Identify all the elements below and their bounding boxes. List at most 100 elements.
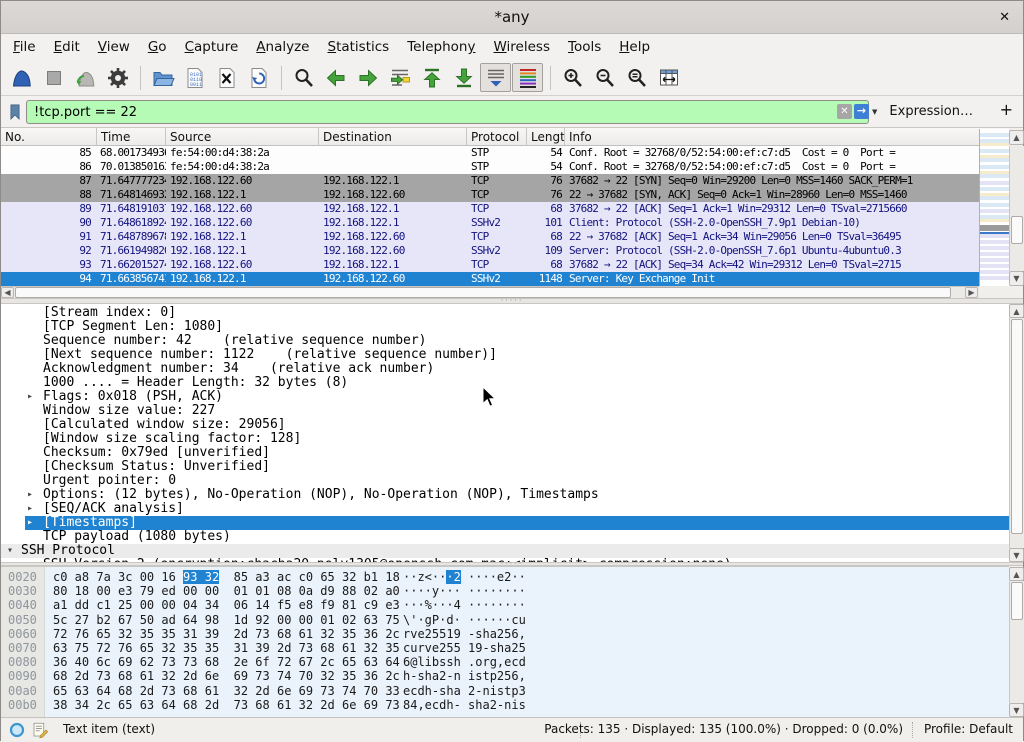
column-header-source[interactable]: Source (166, 128, 319, 145)
detail-line[interactable]: Window size value: 227 (1, 404, 1009, 418)
packet-row-92[interactable]: 9271.661949820192.168.122.1192.168.122.6… (1, 244, 979, 258)
menu-statistics[interactable]: Statistics (318, 37, 398, 57)
go-forward-button[interactable] (352, 63, 383, 92)
resize-columns-button[interactable] (653, 63, 684, 92)
add-filter-button[interactable]: + (1000, 100, 1013, 119)
hex-row-0080[interactable]: 008036 40 6c 69 62 73 73 68 2e 6f 72 67 … (1, 655, 1009, 669)
packet-list-hscrollbar[interactable]: ◀ ▶ (1, 286, 979, 298)
bytes-vscroll-thumb[interactable] (1011, 582, 1023, 620)
packet-row-87[interactable]: 8771.647777234192.168.122.60192.168.122.… (1, 174, 979, 188)
detail-line[interactable]: [Calculated window size: 29056] (1, 418, 1009, 432)
display-filter-input[interactable] (26, 100, 869, 124)
packet-row-94[interactable]: 9471.663856741192.168.122.1192.168.122.6… (1, 272, 979, 286)
bytes-scroll-up-icon[interactable]: ▲ (1009, 567, 1024, 581)
hex-row-00b0[interactable]: 00b038 34 2c 65 63 64 68 2d 73 68 61 32 … (1, 698, 1009, 712)
column-header-destination[interactable]: Destination (319, 128, 467, 145)
menu-edit[interactable]: Edit (45, 37, 89, 57)
close-file-button[interactable] (211, 63, 242, 92)
packet-row-91[interactable]: 9171.648789678192.168.122.1192.168.122.6… (1, 230, 979, 244)
detail-line[interactable]: ▸Flags: 0x018 (PSH, ACK) (1, 390, 1009, 404)
packet-list-hscroll-thumb[interactable] (15, 287, 951, 298)
column-header-length[interactable]: Length (527, 128, 565, 145)
packet-row-90[interactable]: 9071.648618924192.168.122.60192.168.122.… (1, 216, 979, 230)
detail-line[interactable]: [Next sequence number: 1122 (relative se… (1, 348, 1009, 362)
menu-go[interactable]: Go (139, 37, 176, 57)
menu-view[interactable]: View (89, 37, 139, 57)
detail-scroll-down-icon[interactable]: ▼ (1009, 548, 1024, 562)
go-last-button[interactable] (448, 63, 479, 92)
expert-info-icon[interactable] (8, 721, 26, 739)
reload-file-button[interactable] (243, 63, 274, 92)
menu-analyze[interactable]: Analyze (247, 37, 318, 57)
chevron-right-icon[interactable]: ▸ (27, 488, 33, 502)
bytes-vscrollbar[interactable] (1009, 581, 1024, 703)
detail-line[interactable]: TCP payload (1080 bytes) (1, 530, 1009, 544)
detail-vscrollbar[interactable] (1009, 318, 1024, 548)
detail-line[interactable]: Checksum: 0x79ed [unverified] (1, 446, 1009, 460)
packet-row-86[interactable]: 8670.013850163fe:54:00:d4:38:2aSTP54Conf… (1, 160, 979, 174)
packet-row-85[interactable]: 8568.001734936fe:54:00:d4:38:2aSTP54Conf… (1, 146, 979, 160)
packet-list-scroll-up-icon[interactable]: ▲ (1009, 130, 1024, 145)
packet-row-93[interactable]: 9371.662015274192.168.122.60192.168.122.… (1, 258, 979, 272)
find-packet-button[interactable] (288, 63, 319, 92)
title-bar[interactable]: *any ✕ (1, 1, 1023, 34)
column-header-info[interactable]: Info (565, 128, 1009, 145)
packet-list-minimap[interactable] (979, 129, 1009, 286)
filter-history-dropdown-icon[interactable]: ▼ (872, 108, 877, 116)
packet-row-88[interactable]: 8871.648146932192.168.122.1192.168.122.6… (1, 188, 979, 202)
zoom-out-button[interactable] (589, 63, 620, 92)
expression-button[interactable]: Expression… (889, 104, 973, 119)
zoom-in-button[interactable] (557, 63, 588, 92)
hex-row-0060[interactable]: 006072 76 65 32 35 35 31 39 2d 73 68 61 … (1, 627, 1009, 641)
chevron-down-icon[interactable]: ▾ (7, 544, 13, 558)
column-header-time[interactable]: Time (97, 128, 166, 145)
chevron-right-icon[interactable]: ▸ (27, 390, 33, 404)
detail-vscroll-thumb[interactable] (1011, 319, 1023, 534)
packet-list-scroll-down-icon[interactable]: ▼ (1009, 271, 1024, 286)
detail-line[interactable]: [Stream index: 0] (1, 306, 1009, 320)
packet-list-scroll-left-icon[interactable]: ◀ (1, 287, 14, 298)
stop-capture-button[interactable] (38, 63, 69, 92)
detail-line[interactable]: ▾SSH Protocol (1, 544, 1009, 558)
hex-row-0040[interactable]: 0040a1 dd c1 25 00 00 04 34 06 14 f5 e8 … (1, 598, 1009, 612)
zoom-original-button[interactable] (621, 63, 652, 92)
chevron-right-icon[interactable]: ▸ (27, 516, 33, 530)
column-header-no[interactable]: No. (1, 128, 97, 145)
chevron-right-icon[interactable]: ▸ (27, 502, 33, 516)
hex-row-0070[interactable]: 007063 75 72 76 65 32 35 35 31 39 2d 73 … (1, 641, 1009, 655)
detail-line[interactable]: Acknowledgment number: 34 (relative ack … (1, 362, 1009, 376)
packet-row-89[interactable]: 8971.648191037192.168.122.60192.168.122.… (1, 202, 979, 216)
open-file-button[interactable] (147, 63, 178, 92)
detail-line[interactable]: [Window size scaling factor: 128] (1, 432, 1009, 446)
save-file-button[interactable] (179, 63, 210, 92)
hex-row-0030[interactable]: 003080 18 00 e3 79 ed 00 00 01 01 08 0a … (1, 584, 1009, 598)
column-header-protocol[interactable]: Protocol (467, 128, 527, 145)
hex-row-00a0[interactable]: 00a065 63 64 68 2d 73 68 61 32 2d 6e 69 … (1, 684, 1009, 698)
menu-capture[interactable]: Capture (176, 37, 248, 57)
detail-line[interactable]: [Checksum Status: Unverified] (1, 460, 1009, 474)
hex-row-0090[interactable]: 009068 2d 73 68 61 32 2d 6e 69 73 74 70 … (1, 669, 1009, 683)
hex-row-0020[interactable]: 0020c0 a8 7a 3c 00 16 93 32 85 a3 ac c0 … (1, 570, 1009, 584)
restart-capture-button[interactable] (70, 63, 101, 92)
close-window-button[interactable]: ✕ (999, 1, 1010, 34)
profile-label[interactable]: Profile: Default (924, 722, 1013, 736)
filter-clear-icon[interactable]: ✕ (837, 104, 852, 119)
capture-options-button[interactable] (102, 63, 133, 92)
capture-comment-icon[interactable] (31, 721, 49, 739)
detail-line[interactable]: 1000 .... = Header Length: 32 bytes (8) (1, 376, 1009, 390)
menu-telephony[interactable]: Telephony (398, 37, 484, 57)
detail-line[interactable]: Urgent pointer: 0 (1, 474, 1009, 488)
detail-line[interactable]: Sequence number: 42 (relative sequence n… (1, 334, 1009, 348)
menu-file[interactable]: File (4, 37, 45, 57)
menu-help[interactable]: Help (610, 37, 659, 57)
detail-line[interactable]: ▸[SEQ/ACK analysis] (1, 502, 1009, 516)
detail-scroll-up-icon[interactable]: ▲ (1009, 304, 1024, 318)
auto-scroll-button[interactable] (480, 63, 511, 92)
hex-row-0050[interactable]: 00505c 27 b2 67 50 ad 64 98 1d 92 00 00 … (1, 613, 1009, 627)
go-to-packet-button[interactable] (384, 63, 415, 92)
menu-tools[interactable]: Tools (559, 37, 610, 57)
packet-list-vscrollbar[interactable] (1009, 146, 1024, 271)
filter-bookmark-icon[interactable] (6, 101, 24, 123)
detail-line[interactable]: ▸Options: (12 bytes), No-Operation (NOP)… (1, 488, 1009, 502)
bytes-scroll-down-icon[interactable]: ▼ (1009, 703, 1024, 717)
